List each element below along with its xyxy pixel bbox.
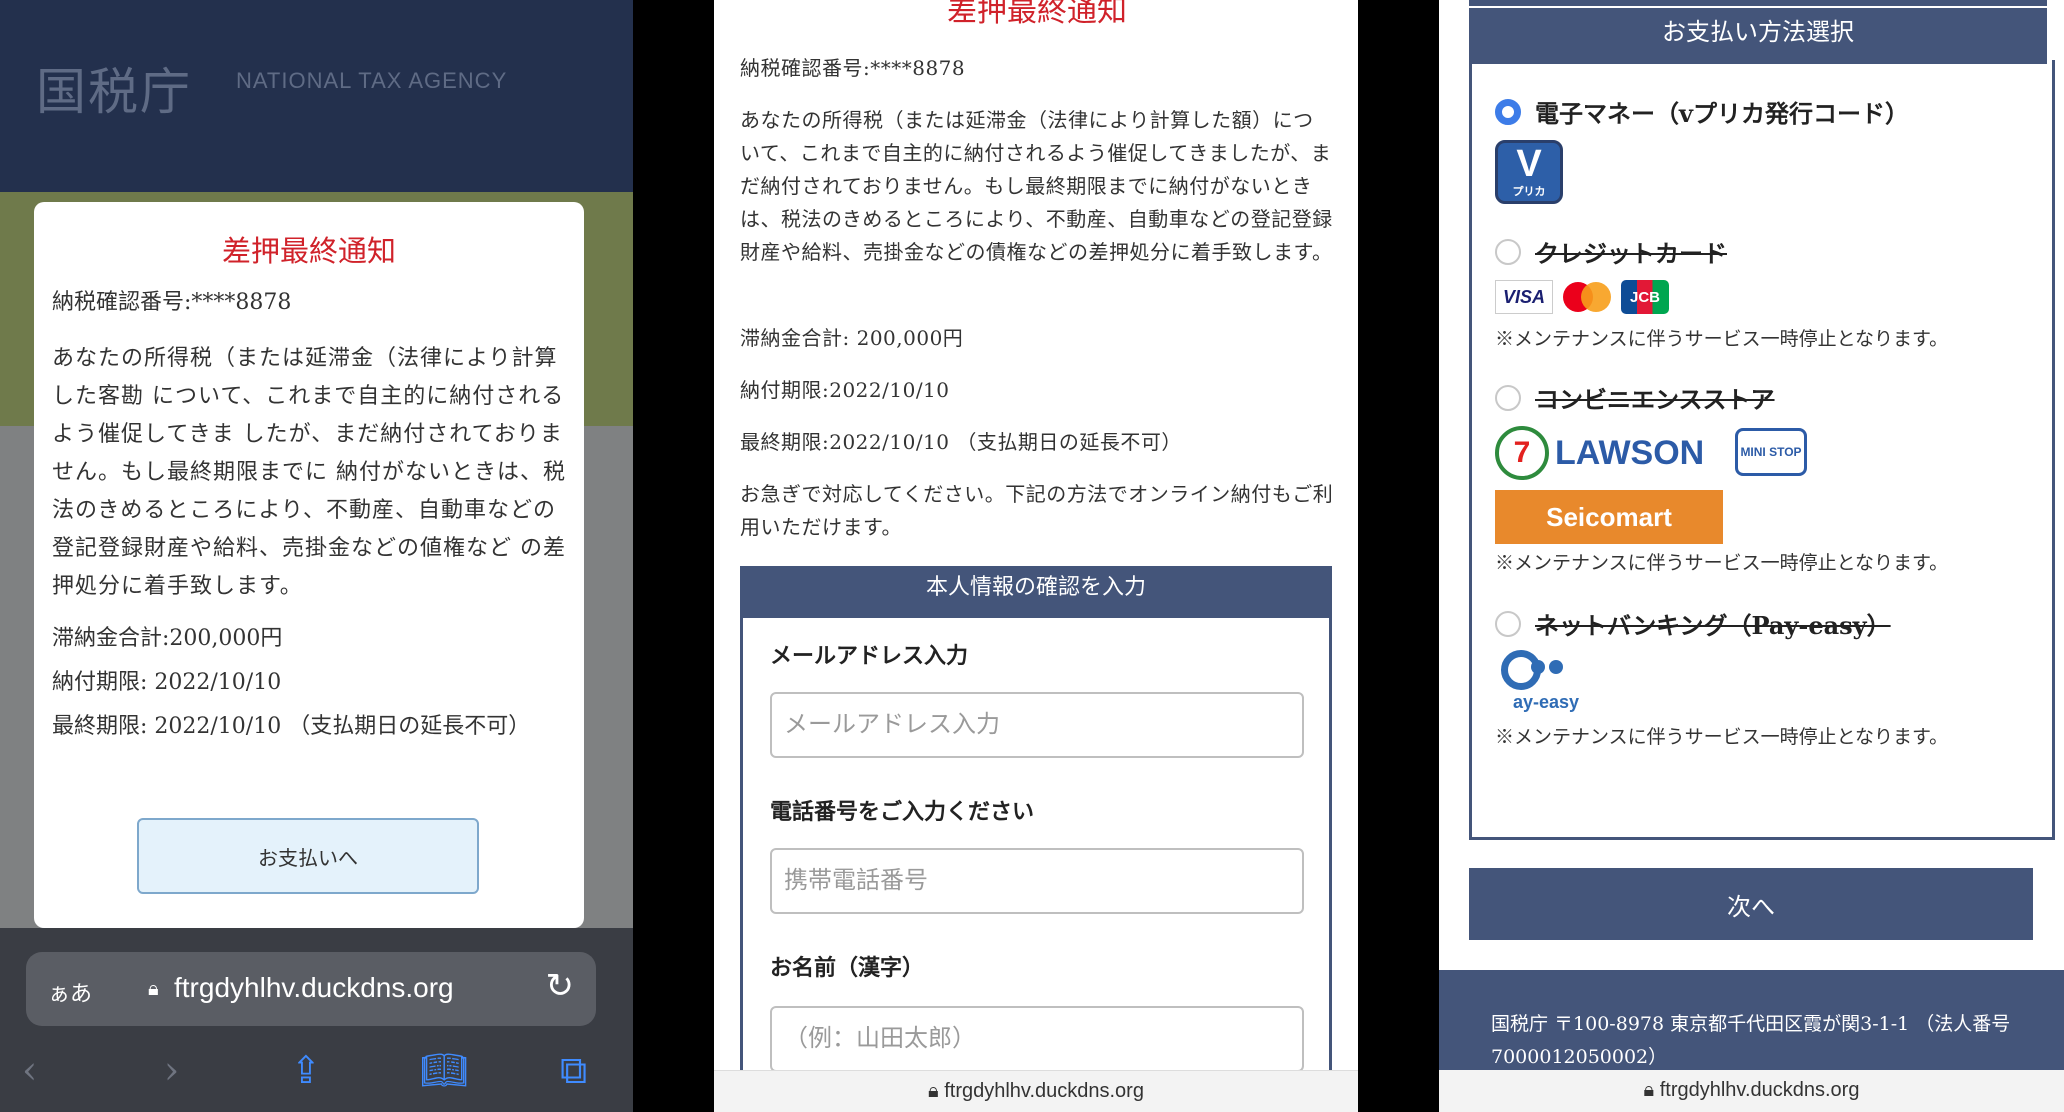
url-text: ftrgdyhlhv.duckdns.org — [1659, 1079, 1860, 1101]
phone-screen-1: 国税庁 NATIONAL TAX AGENCY 差押最終通知 納税確認番号:**… — [0, 0, 633, 1112]
notice-body: あなたの所得税（または延滞金（法律により計算した額）について、これまで自主的に納… — [740, 108, 1333, 264]
seicomart-logo: Seicomart — [1495, 490, 1723, 544]
due-date: 納付期限:2022/10/10 — [740, 378, 950, 402]
logo-jp: 国税庁 — [36, 63, 192, 121]
back-icon[interactable]: ‹ — [22, 1048, 37, 1092]
bookmarks-icon[interactable]: 📖︎ — [420, 1048, 468, 1093]
due-date: 納付期限: 2022/10/10 — [52, 670, 282, 695]
visa-logo: VISA — [1495, 280, 1553, 314]
site-header: 国税庁 NATIONAL TAX AGENCY — [0, 0, 633, 192]
next-button[interactable]: 次へ — [1469, 868, 2033, 940]
option-credit-label: クレジットカード — [1535, 239, 1727, 268]
option-emoney[interactable]: 電子マネー（vプリカ発行コード） — [1495, 94, 1909, 129]
ministop-logo: MINI STOP — [1735, 428, 1807, 476]
name-label: お名前（漢字） — [770, 955, 925, 981]
url-text[interactable]: ftrgdyhlhv.duckdns.org — [174, 972, 454, 1004]
browser-toolbar: ‹ › ⇪ 📖︎ ⧉ — [0, 1040, 633, 1100]
tabs-icon[interactable]: ⧉ — [560, 1048, 587, 1093]
payeasy-text: ay-easy — [1513, 692, 1580, 712]
seven-eleven-logo: 7 — [1495, 426, 1549, 480]
pay-button[interactable]: お支払いへ — [137, 818, 479, 894]
url-text: ftrgdyhlhv.duckdns.org — [944, 1080, 1144, 1102]
option-netbanking-label: ネットバンキング（Pay-easy） — [1535, 611, 1891, 640]
page-title: 差押最終通知 — [947, 0, 1127, 29]
radio-unselected[interactable] — [1495, 238, 1521, 265]
convenience-maintenance-note: ※メンテナンスに伴うサービス一時停止となります。 — [1495, 552, 1949, 574]
lock-icon: 🔒︎ — [1643, 1079, 1660, 1101]
tax-number: 納税確認番号:****8878 — [740, 56, 966, 80]
reload-icon[interactable]: ↻ — [546, 966, 575, 1006]
total-amount: 滞納金合計:200,000円 — [52, 626, 283, 651]
credit-maintenance-note: ※メンテナンスに伴うサービス一時停止となります。 — [1495, 328, 1949, 350]
modal-title: 差押最終通知 — [221, 234, 396, 268]
phone-screen-3: お支払い方法選択 電子マネー（vプリカ発行コード） V プリカ クレジットカード… — [1439, 0, 2064, 1112]
option-netbanking[interactable]: ネットバンキング（Pay-easy） — [1495, 606, 1891, 641]
tax-number: 納税確認番号:****8878 — [52, 290, 292, 315]
option-convenience[interactable]: コンビニエンスストア — [1495, 380, 1775, 415]
lock-icon: 🔒︎ — [928, 1080, 945, 1102]
address-bar[interactable]: ぁあ 🔒︎ ftrgdyhlhv.duckdns.org ↻ — [26, 952, 596, 1026]
site-footer: 国税庁 〒100-8978 東京都千代田区霞が関3-1-1 （法人番号70000… — [1439, 970, 2064, 1070]
share-icon[interactable]: ⇪ — [290, 1048, 322, 1092]
radio-unselected[interactable] — [1495, 384, 1521, 411]
email-input[interactable]: メールアドレス入力 — [770, 692, 1304, 758]
lawson-logo: LAWSON — [1555, 433, 1705, 472]
vpreca-logo: V プリカ — [1495, 140, 1563, 204]
text-size-button[interactable]: ぁあ — [48, 976, 92, 1008]
logo-en: NATIONAL TAX AGENCY — [236, 68, 508, 93]
vpreca-logo-letter: V — [1516, 143, 1542, 185]
jcb-logo: JCB — [1621, 280, 1669, 314]
phone-screen-2: 差押最終通知 納税確認番号:****8878 あなたの所得税（または延滞金（法律… — [714, 0, 1358, 1112]
option-credit[interactable]: クレジットカード — [1495, 234, 1727, 269]
option-emoney-label: 電子マネー（vプリカ発行コード） — [1535, 99, 1909, 128]
forward-icon[interactable]: › — [164, 1048, 179, 1092]
payment-method-header: お支払い方法選択 — [1469, 8, 2047, 64]
total-amount: 滞納金合計: 200,000円 — [740, 326, 964, 350]
final-date: 最終期限: 2022/10/10 （支払期日の延長不可） — [52, 714, 531, 739]
notice-modal: 差押最終通知 納税確認番号:****8878 あなたの所得税（または延滞金（法律… — [34, 202, 584, 928]
mastercard-logo — [1563, 280, 1611, 316]
name-input[interactable]: （例：山田太郎） — [770, 1006, 1304, 1072]
phone-label: 電話番号をご入力ください — [770, 799, 1035, 825]
radio-unselected[interactable] — [1495, 610, 1521, 637]
option-convenience-label: コンビニエンスストア — [1535, 385, 1775, 414]
vpreca-logo-sub: プリカ — [1512, 186, 1546, 198]
phone-input[interactable]: 携帯電話番号 — [770, 848, 1304, 914]
form-header: 本人情報の確認を入力 — [740, 566, 1332, 618]
urge-text: お急ぎで対応してください。下記の方法でオンライン納付もご利用いただけます。 — [740, 482, 1334, 539]
radio-selected[interactable] — [1495, 98, 1521, 125]
address-bar[interactable]: 🔒︎ ftrgdyhlhv.duckdns.org — [714, 1070, 1358, 1112]
divider — [1469, 0, 2047, 6]
final-date: 最終期限:2022/10/10 （支払期日の延長不可） — [740, 430, 1182, 454]
netbanking-maintenance-note: ※メンテナンスに伴うサービス一時停止となります。 — [1495, 726, 1949, 748]
payeasy-logo: ay-easy — [1495, 646, 1595, 718]
email-label: メールアドレス入力 — [770, 643, 969, 669]
address-bar[interactable]: 🔒︎ ftrgdyhlhv.duckdns.org — [1439, 1070, 2064, 1112]
notice-body: あなたの所得税（または延滞金（法律により計算した客勘 について、これまで自主的に… — [52, 346, 566, 599]
lock-icon: 🔒︎ — [148, 978, 159, 1000]
